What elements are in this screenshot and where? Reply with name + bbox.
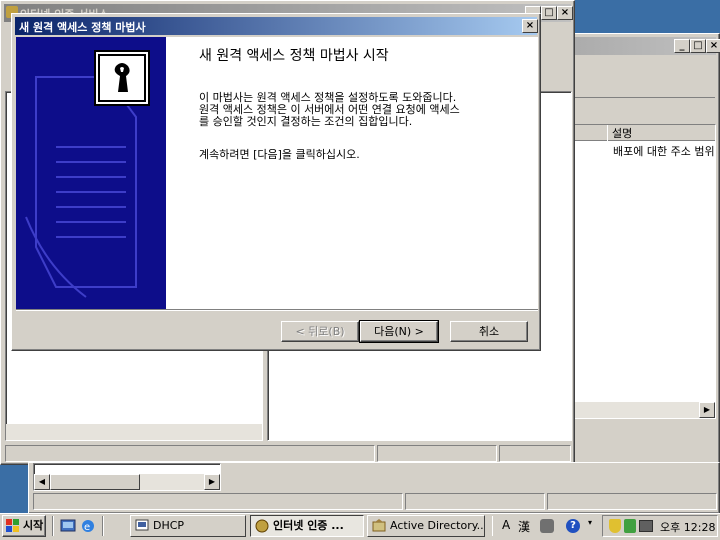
column-header-label: 설명 [612, 127, 633, 140]
start-label: 시작 [23, 519, 44, 532]
lower-hscroll[interactable]: ◀ ▶ [34, 474, 220, 490]
description-cell: 배포에 대한 주소 범위 [613, 143, 715, 159]
wizard-continue-text: 계속하려면 [다음]을 클릭하십시오. [199, 148, 360, 161]
taskbar-item-label: 인터넷 인증 ... [273, 519, 344, 532]
clock[interactable]: 오후 12:28 [660, 519, 715, 535]
wizard-para-line3: 를 승인할 것인지 결정하는 조건의 집합입니다. [199, 115, 413, 128]
status-cell-1 [5, 445, 375, 462]
wizard-close-button[interactable]: × [522, 19, 538, 33]
show-desktop-icon [60, 519, 76, 532]
quicklaunch-separator [52, 516, 54, 536]
windows-logo-icon [6, 519, 19, 532]
wizard-separator [16, 309, 538, 311]
tree-hscrollbar[interactable] [6, 424, 262, 440]
monitor-icon[interactable] [639, 520, 653, 532]
description-cell-text: 배포에 대한 주소 범위 [613, 145, 715, 158]
security-shield-icon[interactable] [609, 519, 621, 533]
back-button[interactable]: < 뒤로(B) [281, 321, 359, 342]
scroll-right-arrow[interactable]: ▶ [204, 474, 220, 490]
wizard-title: 새 원격 액세스 정책 마법사 [19, 21, 146, 34]
clock-ampm: 오후 [660, 521, 681, 534]
next-button[interactable]: 다음(N) > [359, 320, 439, 343]
ime-tools-icon[interactable] [540, 519, 554, 533]
wizard-banner [16, 37, 166, 309]
lower-status-cell [405, 493, 545, 510]
lower-window: ◀ ▶ [28, 462, 720, 514]
taskbar-item-active-directory[interactable]: Active Directory... [367, 515, 485, 537]
wizard-content [166, 37, 538, 309]
taskbar-item-ias[interactable]: 인터넷 인증 ... [250, 515, 364, 537]
clock-time: 12:28 [683, 521, 716, 534]
column-header-description[interactable]: 설명 [607, 125, 632, 141]
internet-explorer-icon: e [82, 520, 94, 533]
ias-status-bar [5, 445, 571, 463]
lower-pane-left: ◀ ▶ [33, 463, 221, 491]
quicklaunch-ie-icon[interactable]: e [80, 518, 96, 534]
maximize-button[interactable]: □ [541, 6, 557, 20]
quicklaunch-desktop-icon[interactable] [60, 518, 76, 534]
taskbar-item-label: Active Directory... [390, 519, 485, 532]
minimize-button[interactable]: _ [674, 39, 690, 53]
scroll-left-arrow[interactable]: ◀ [34, 474, 50, 490]
status-cell-3 [499, 445, 571, 462]
scroll-thumb[interactable] [50, 474, 140, 490]
cancel-button[interactable]: 취소 [450, 321, 528, 342]
taskbar-item-dhcp[interactable]: DHCP [130, 515, 246, 537]
svg-text:e: e [84, 522, 90, 533]
lower-status-cell [33, 493, 403, 510]
active-directory-icon [372, 519, 386, 532]
wizard-logo [94, 50, 150, 106]
language-bar-menu-icon[interactable]: ▾ [588, 518, 596, 534]
close-icon: × [525, 20, 535, 31]
network-icon[interactable] [624, 519, 636, 533]
help-icon[interactable]: ? [566, 519, 580, 533]
wizard-dialog: 새 원격 액세스 정책 마법사 × 새 원격 액세스 정책 마법사 시작 이 마… [11, 13, 541, 351]
scroll-right-arrow[interactable]: ▶ [699, 402, 715, 418]
wizard-titlebar: 새 원격 액세스 정책 마법사 [15, 17, 537, 35]
lower-status-cell [547, 493, 717, 510]
lower-status [33, 493, 717, 511]
close-button[interactable]: × [557, 6, 573, 20]
ias-icon [255, 519, 269, 533]
close-button[interactable]: × [706, 39, 720, 53]
start-button[interactable]: 시작 [2, 515, 46, 537]
maximize-button[interactable]: □ [690, 39, 706, 53]
wizard-heading: 새 원격 액세스 정책 마법사 시작 [199, 48, 389, 64]
status-cell-2 [377, 445, 497, 462]
ime-alpha-toggle[interactable]: A [502, 518, 510, 532]
policy-icon [98, 54, 146, 102]
dhcp-icon [135, 519, 149, 531]
taskbar-item-label: DHCP [153, 519, 185, 532]
ime-hanja-toggle[interactable]: 漢 [518, 518, 530, 535]
quicklaunch-separator [102, 516, 104, 536]
